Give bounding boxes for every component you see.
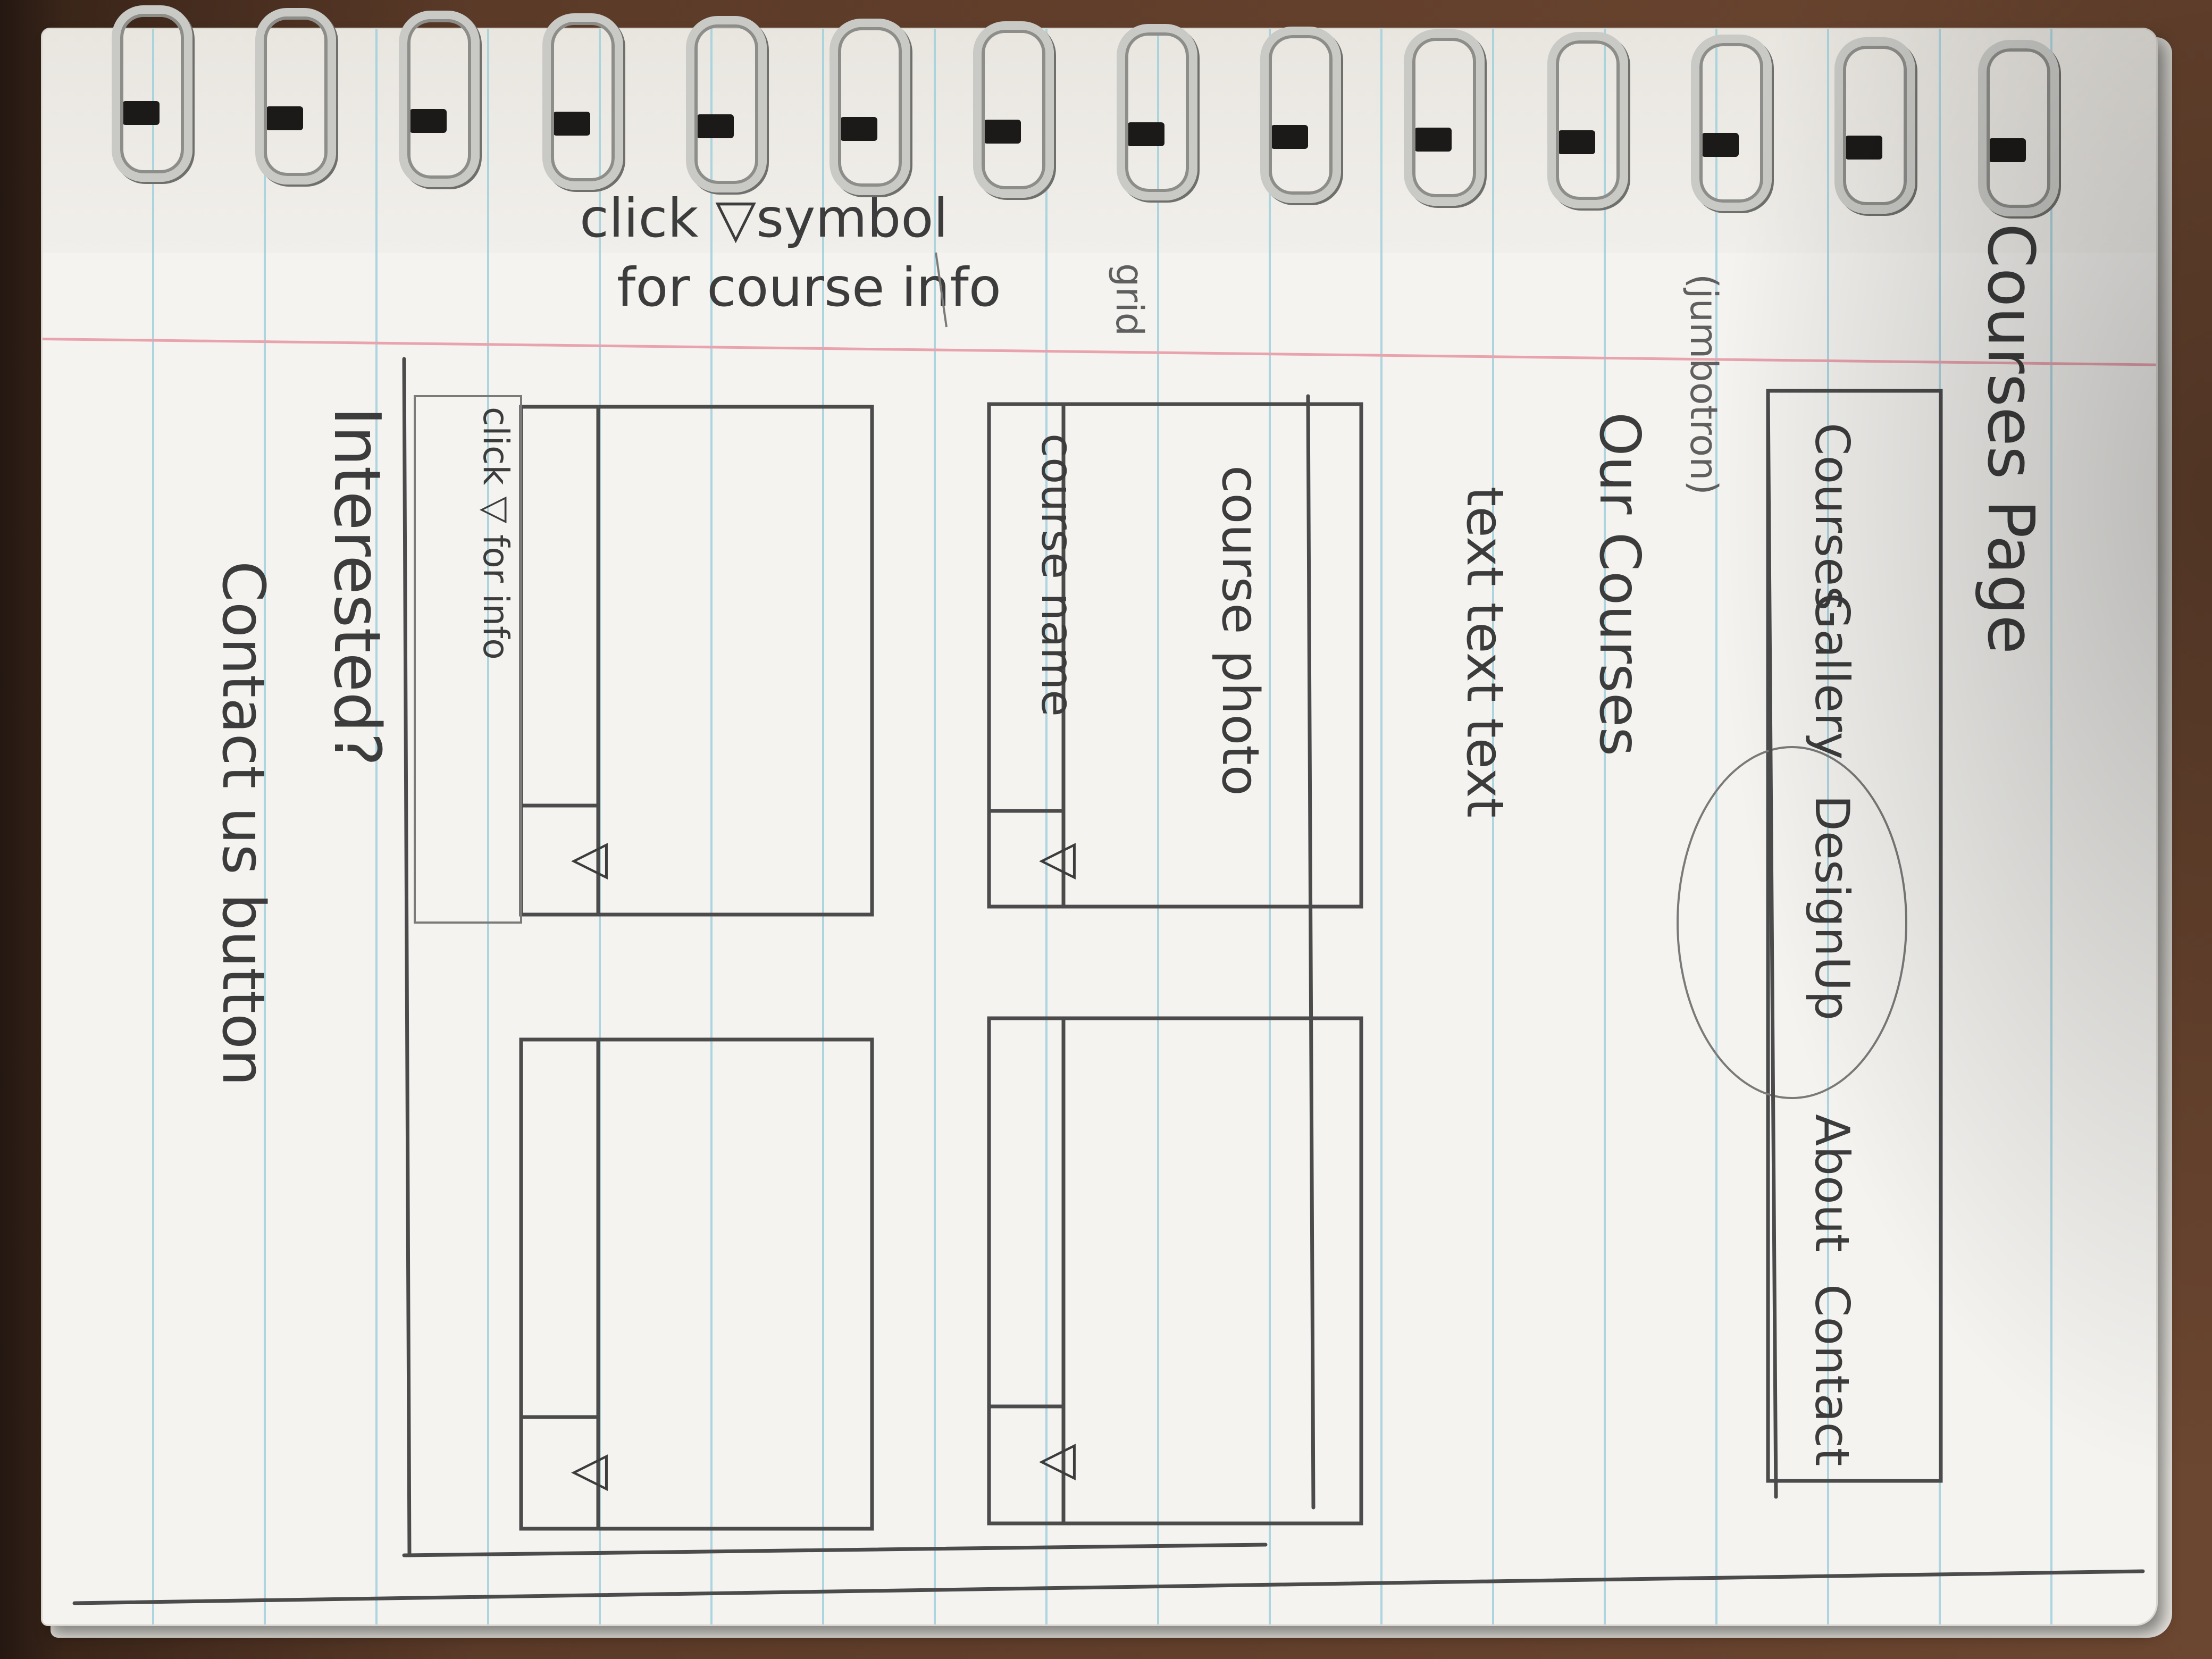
binding-coil — [1691, 35, 1772, 211]
card-photo-label: course photo — [1211, 465, 1269, 796]
jumbotron-body: text text text — [1455, 487, 1514, 818]
nav-item-designup: DesignUp — [1805, 795, 1859, 1020]
grid-bottom-edge — [402, 1543, 1268, 1557]
card-toggle-icon[interactable]: ▽ — [1033, 843, 1089, 879]
notebook-page: Courses Page Courses Gallery DesignUp Ab… — [43, 29, 2156, 1624]
binding-coil — [255, 8, 336, 185]
nav-item-about: About — [1805, 1114, 1859, 1252]
card-toggle-icon[interactable]: ▽ — [565, 1454, 621, 1491]
nav-item-contact: Contact — [1805, 1284, 1859, 1466]
page-title: Courses Page — [1973, 223, 2047, 654]
course-card[interactable]: course photo course name ▽ — [987, 402, 1363, 909]
grid-note: grid — [1108, 263, 1151, 336]
course-card[interactable]: click ▽ for info ▽ — [414, 395, 874, 924]
course-card[interactable]: ▽ — [519, 1037, 874, 1531]
contact-us-button[interactable]: Contact us button — [210, 561, 278, 1086]
spiral-binding — [0, 0, 2212, 223]
card-toggle-icon[interactable]: ▽ — [1033, 1444, 1089, 1480]
binding-coil — [112, 5, 192, 182]
binding-coil — [1260, 27, 1341, 203]
binding-coil — [973, 21, 1054, 198]
footer-question: Interested? — [320, 407, 393, 766]
nav-item-courses: Courses — [1805, 423, 1859, 610]
binding-coil — [399, 11, 480, 187]
nav-items: Courses Gallery DesignUp About Contact — [1805, 423, 1859, 1466]
nav-item-gallery: Gallery — [1805, 593, 1859, 759]
course-card[interactable]: ▽ — [987, 1016, 1363, 1526]
jumbotron-divider — [1306, 394, 1316, 1510]
binding-coil — [1117, 24, 1197, 200]
binding-coil — [1978, 40, 2059, 216]
card-name-label: course name — [1032, 433, 1082, 717]
card-frame — [519, 405, 874, 917]
info-panel-label: click ▽ for info — [475, 407, 516, 660]
binding-coil — [542, 13, 623, 190]
wireframe-sketch: Courses Page Courses Gallery DesignUp Ab… — [72, 187, 2145, 1605]
page-bottom-line — [72, 1569, 2145, 1605]
grid-left-edge — [402, 357, 412, 1557]
binding-coil — [1404, 29, 1485, 206]
jumbotron-heading: Our Courses — [1587, 412, 1652, 756]
logo-circle — [1677, 746, 1907, 1099]
jumbotron-note: (jumbotron) — [1682, 274, 1725, 495]
card-toggle-icon[interactable]: ▽ — [565, 843, 621, 879]
binding-coil — [1547, 32, 1628, 208]
binding-coil — [830, 19, 910, 195]
binding-coil — [686, 16, 767, 192]
binding-coil — [1834, 37, 1915, 214]
